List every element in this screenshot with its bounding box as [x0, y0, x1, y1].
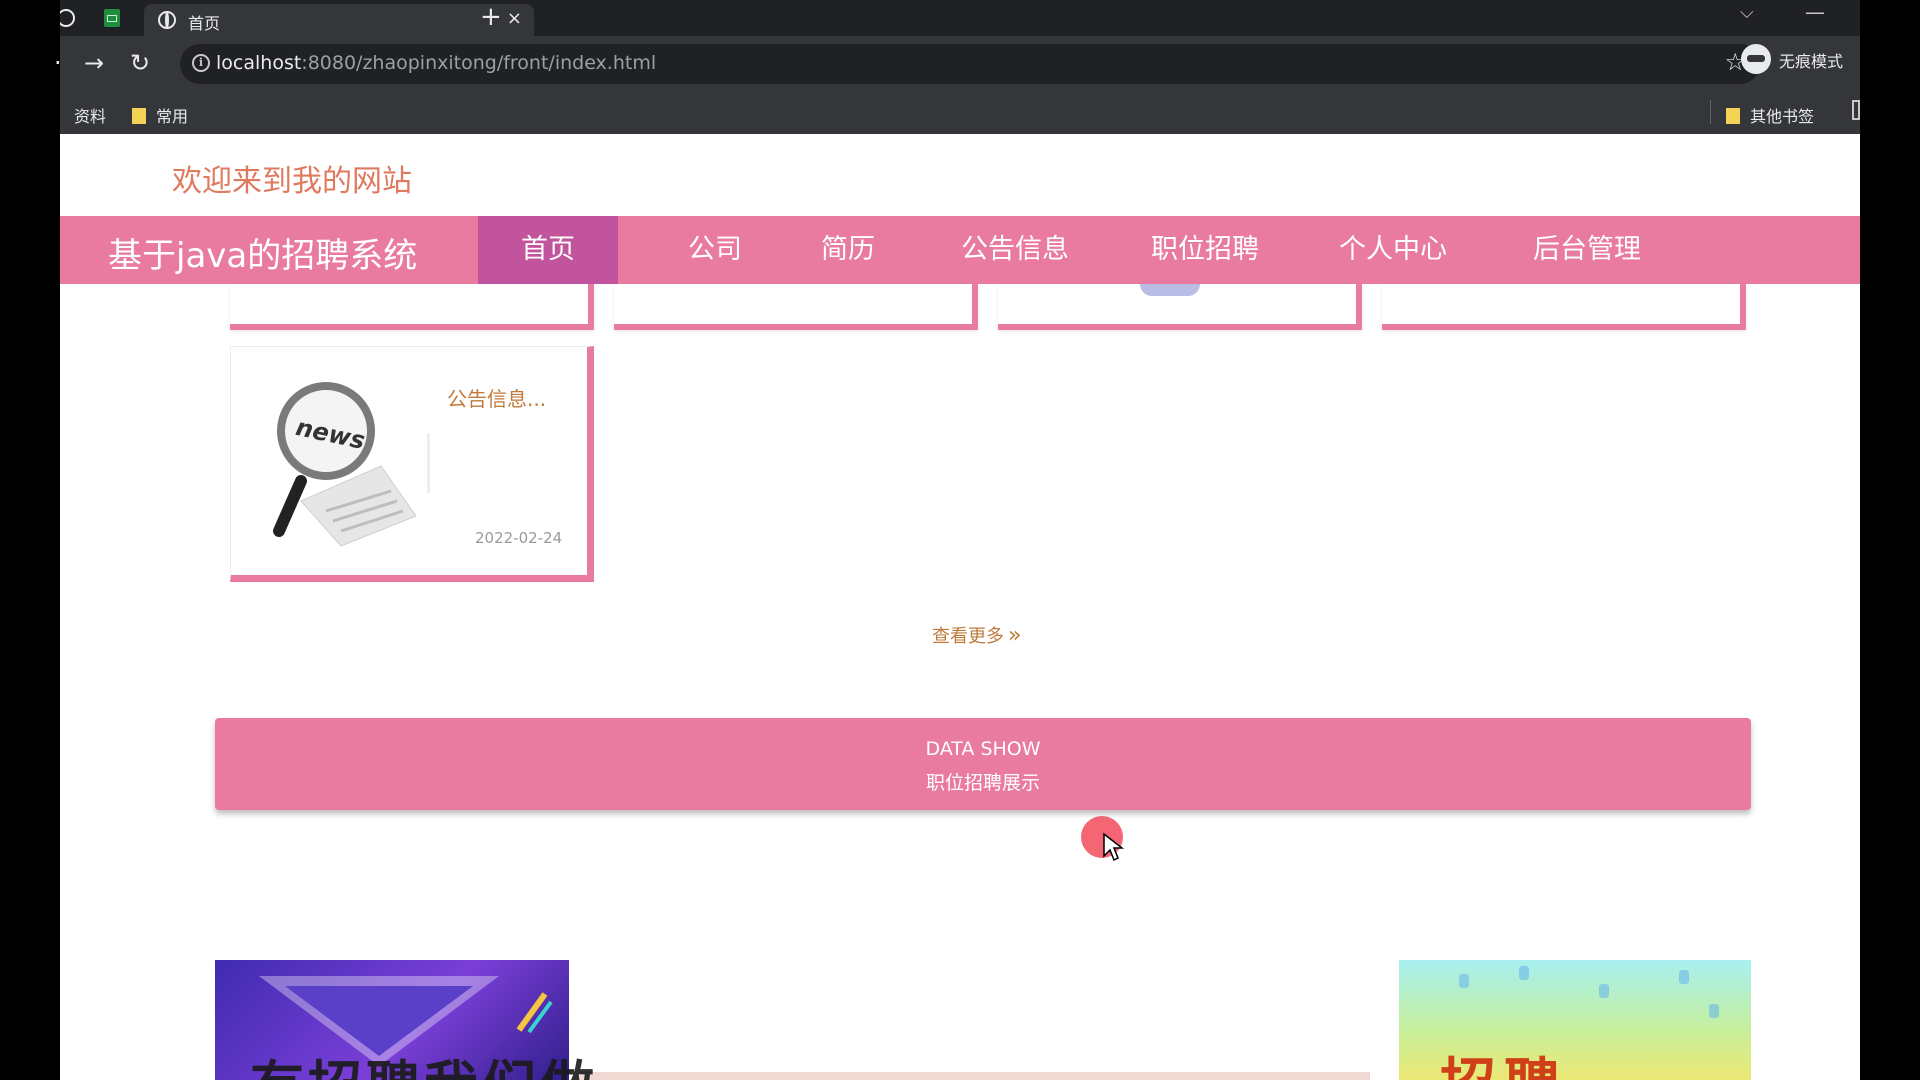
- promo-confetti: [516, 992, 553, 1034]
- address-bar[interactable]: i localhost:8080/zhaopinxitong/front/ind…: [180, 44, 1760, 84]
- folder-icon: [1726, 108, 1740, 124]
- confetti-dot: [1459, 974, 1469, 988]
- promo-left-headline: 有招聘我们做: [250, 1042, 598, 1080]
- minimize-icon[interactable]: —: [1805, 0, 1825, 24]
- news-card[interactable]: [614, 284, 978, 330]
- news-date: 2022-02-24: [475, 529, 563, 547]
- confetti-dot: [1519, 966, 1529, 980]
- folder-icon: [132, 108, 146, 124]
- promo-strip: [580, 1072, 1370, 1080]
- double-chevron-right-icon: »: [1008, 623, 1022, 648]
- reading-list-icon[interactable]: [1852, 100, 1860, 120]
- news-magnifier-icon: news: [273, 382, 417, 547]
- confetti-dot: [1709, 1004, 1719, 1018]
- confetti-dot: [1679, 970, 1689, 984]
- url-path: :8080/zhaopinxitong/front/index.html: [301, 52, 657, 74]
- news-title[interactable]: 公告信息...: [447, 383, 546, 412]
- nav-job-postings[interactable]: 职位招聘: [1120, 216, 1290, 284]
- pinned-tab[interactable]: [57, 6, 84, 30]
- confetti-dot: [1599, 984, 1609, 998]
- banner-title-cn: 职位招聘展示: [925, 772, 1040, 794]
- other-bookmarks[interactable]: 其他书签: [1726, 103, 1814, 127]
- chevron-down-icon[interactable]: ⌵: [1740, 2, 1754, 23]
- banner-title-en: DATA SHOW: [925, 738, 1041, 760]
- back-arrow-icon[interactable]: ·: [54, 48, 62, 78]
- news-card[interactable]: [1382, 284, 1746, 330]
- bookmark-label: 常用: [156, 107, 189, 126]
- main-navbar: 基于java的招聘系统 首页 公司 简历 公告信息 职位招聘 个人中心 后台管理: [60, 216, 1860, 284]
- view-more-link[interactable]: 查看更多»: [932, 622, 1021, 648]
- card-image-fragment: [1140, 284, 1200, 296]
- tab-home[interactable]: 首页 ×: [144, 4, 534, 36]
- view-more-label: 查看更多: [932, 626, 1004, 647]
- data-show-banner: DATA SHOW 职位招聘展示: [215, 718, 1751, 810]
- welcome-text: 欢迎来到我的网站: [172, 164, 412, 199]
- site-brand[interactable]: 基于java的招聘系统: [108, 228, 417, 277]
- browser-icon: [57, 9, 75, 27]
- incognito-icon: [1741, 44, 1771, 74]
- info-icon[interactable]: i: [192, 54, 210, 72]
- browser-chrome: 首页 × + ⌵ — · → ↻ i localhost:8080/zhaopi…: [54, 0, 1860, 134]
- nav-admin[interactable]: 后台管理: [1502, 216, 1672, 284]
- globe-icon: [158, 11, 176, 29]
- forward-arrow-icon[interactable]: →: [84, 48, 104, 78]
- other-bookmarks-label: 其他书签: [1750, 107, 1815, 126]
- bookmark-folder-changyong[interactable]: 常用: [132, 103, 188, 127]
- tab-bar: 首页 × + ⌵ —: [57, 0, 1860, 36]
- bookmarks-bar: 资料 常用 其他书签: [60, 92, 1860, 134]
- nav-company[interactable]: 公司: [650, 216, 780, 284]
- profile-label: 无痕模式: [1779, 52, 1844, 71]
- tab-title: 首页: [188, 14, 221, 33]
- close-icon[interactable]: ×: [507, 8, 522, 29]
- nav-home[interactable]: 首页: [478, 216, 618, 284]
- web-page: 欢迎来到我的网站 基于java的招聘系统 首页 公司 简历 公告信息 职位招聘 …: [60, 134, 1860, 1080]
- browser-toolbar: · → ↻ i localhost:8080/zhaopinxitong/fro…: [54, 36, 1860, 92]
- news-card[interactable]: [230, 284, 594, 330]
- bookmark-item-ziliao[interactable]: 资料: [74, 103, 106, 127]
- new-tab-button[interactable]: +: [480, 2, 502, 32]
- sheets-tab[interactable]: [100, 6, 124, 30]
- nav-resume[interactable]: 简历: [788, 216, 908, 284]
- spreadsheet-icon: [104, 9, 120, 27]
- nav-personal-center[interactable]: 个人中心: [1308, 216, 1478, 284]
- news-card[interactable]: news 公告信息... 2022-02-24: [230, 346, 594, 582]
- bookmarks-divider: [1710, 100, 1711, 124]
- card-divider: [427, 433, 430, 493]
- nav-announcements[interactable]: 公告信息: [930, 216, 1100, 284]
- reload-icon[interactable]: ↻: [130, 48, 150, 78]
- url-text[interactable]: localhost:8080/zhaopinxitong/front/index…: [216, 52, 656, 74]
- promo-right-headline: 招聘: [1440, 1040, 1568, 1080]
- mouse-cursor-icon: [1103, 832, 1124, 862]
- url-host: localhost: [216, 52, 302, 74]
